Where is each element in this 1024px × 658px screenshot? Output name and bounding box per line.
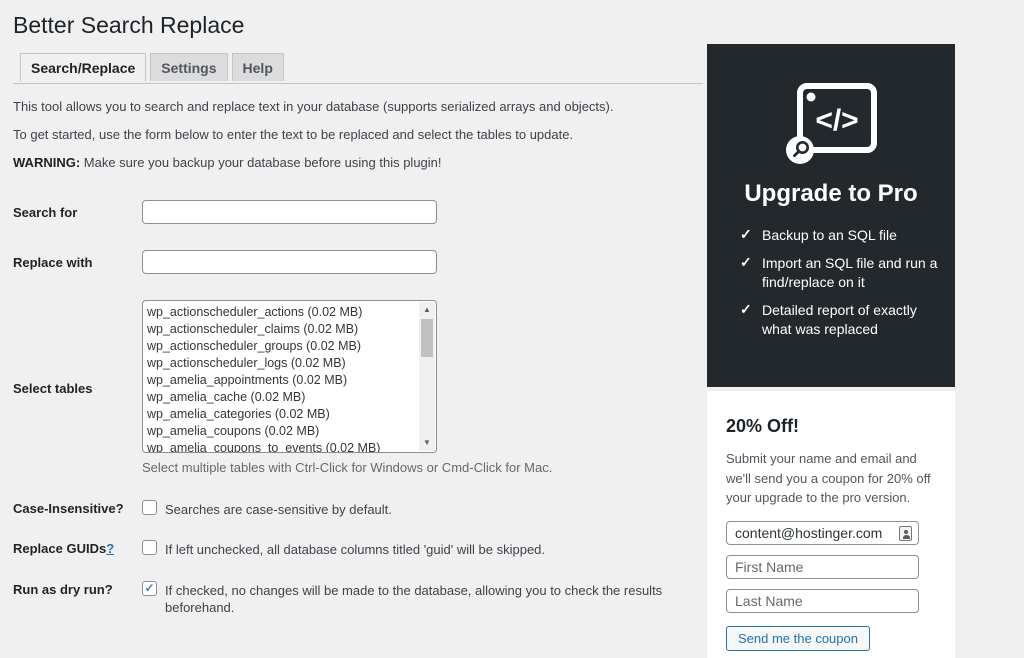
coupon-title: 20% Off!	[726, 416, 936, 437]
replace-guids-row: Replace GUIDs? If left unchecked, all da…	[13, 540, 703, 559]
table-option[interactable]: wp_amelia_coupons (0.02 MB)	[147, 423, 419, 440]
main-content: Better Search Replace Search/ReplaceSett…	[13, 0, 703, 658]
scroll-up-icon[interactable]: ▲	[419, 302, 435, 318]
check-icon: ✓	[740, 301, 762, 339]
check-icon: ✓	[740, 226, 762, 245]
table-option[interactable]: wp_actionscheduler_logs (0.02 MB)	[147, 355, 419, 372]
table-option[interactable]: wp_actionscheduler_groups (0.02 MB)	[147, 338, 419, 355]
replace-guids-description: If left unchecked, all database columns …	[165, 540, 545, 559]
tab-bar: Search/ReplaceSettingsHelp	[13, 53, 703, 84]
first-name-field[interactable]	[726, 555, 919, 579]
scrollbar-thumb[interactable]	[421, 319, 433, 357]
email-field[interactable]	[726, 521, 919, 545]
warning-label: WARNING:	[13, 155, 80, 170]
send-coupon-button[interactable]: Send me the coupon	[726, 626, 870, 651]
search-for-row: Search for	[13, 200, 703, 224]
replace-with-label: Replace with	[13, 250, 142, 274]
table-option[interactable]: wp_amelia_categories (0.02 MB)	[147, 406, 419, 423]
coupon-description: Submit your name and email and we'll sen…	[726, 449, 936, 508]
coupon-signup-box: 20% Off! Submit your name and email and …	[707, 391, 955, 658]
select-tables-hint: Select multiple tables with Ctrl-Click f…	[142, 459, 552, 477]
tables-listbox[interactable]: wp_actionscheduler_actions (0.02 MB) wp_…	[142, 300, 437, 453]
replace-with-row: Replace with	[13, 250, 703, 274]
tab-help[interactable]: Help	[232, 53, 284, 81]
case-insensitive-checkbox[interactable]	[142, 500, 157, 515]
svg-text:</>: </>	[815, 104, 858, 137]
intro-text: This tool allows you to search and repla…	[13, 98, 703, 173]
check-icon: ✓	[740, 254, 762, 292]
search-for-input[interactable]	[142, 200, 437, 224]
dry-run-row: Run as dry run? ✓ If checked, no changes…	[13, 581, 703, 617]
search-for-label: Search for	[13, 200, 142, 224]
dry-run-label: Run as dry run?	[13, 581, 142, 617]
upgrade-promo-box: </> Upgrade to Pro ✓ Backup to an SQL fi…	[707, 44, 955, 387]
replace-guids-help-link[interactable]: ?	[106, 541, 114, 556]
select-tables-row: Select tables wp_actionscheduler_actions…	[13, 300, 703, 477]
promo-features: ✓ Backup to an SQL file ✓ Import an SQL …	[740, 226, 955, 338]
table-option[interactable]: wp_actionscheduler_actions (0.02 MB)	[147, 304, 419, 321]
code-window-magnifier-icon: </>	[783, 82, 879, 166]
last-name-field[interactable]	[726, 589, 919, 613]
page-title: Better Search Replace	[13, 0, 703, 43]
replace-with-input[interactable]	[142, 250, 437, 274]
search-replace-form: Search for Replace with Select tables wp…	[13, 200, 703, 658]
listbox-scrollbar[interactable]: ▲ ▼	[419, 302, 435, 451]
contact-autofill-icon[interactable]	[899, 526, 912, 541]
dry-run-description: If checked, no changes will be made to t…	[165, 581, 703, 617]
replace-guids-label: Replace GUIDs?	[13, 540, 142, 559]
table-option[interactable]: wp_actionscheduler_claims (0.02 MB)	[147, 321, 419, 338]
case-insensitive-description: Searches are case-sensitive by default.	[165, 500, 392, 519]
tab-search-replace[interactable]: Search/Replace	[20, 53, 146, 82]
promo-feature: ✓ Backup to an SQL file	[740, 226, 955, 245]
table-option[interactable]: wp_amelia_coupons_to_events (0.02 MB)	[147, 440, 419, 452]
table-option[interactable]: wp_amelia_cache (0.02 MB)	[147, 389, 419, 406]
tables-options: wp_actionscheduler_actions (0.02 MB) wp_…	[143, 301, 419, 452]
promo-title: Upgrade to Pro	[707, 180, 955, 208]
scroll-down-icon[interactable]: ▼	[419, 435, 435, 451]
intro-warning: WARNING: Make sure you backup your datab…	[13, 154, 703, 173]
intro-line-1: This tool allows you to search and repla…	[13, 98, 703, 117]
replace-guids-checkbox[interactable]	[142, 540, 157, 555]
case-insensitive-row: Case-Insensitive? Searches are case-sens…	[13, 500, 703, 519]
tab-settings[interactable]: Settings	[150, 53, 227, 81]
warning-text: Make sure you backup your database befor…	[80, 155, 441, 170]
dry-run-checkbox[interactable]: ✓	[142, 581, 157, 596]
promo-feature: ✓ Import an SQL file and run a find/repl…	[740, 254, 955, 292]
promo-feature: ✓ Detailed report of exactly what was re…	[740, 301, 955, 339]
table-option[interactable]: wp_amelia_appointments (0.02 MB)	[147, 372, 419, 389]
case-insensitive-label: Case-Insensitive?	[13, 500, 142, 519]
sidebar: </> Upgrade to Pro ✓ Backup to an SQL fi…	[707, 44, 955, 658]
select-tables-label: Select tables	[13, 381, 142, 398]
intro-line-2: To get started, use the form below to en…	[13, 126, 703, 145]
